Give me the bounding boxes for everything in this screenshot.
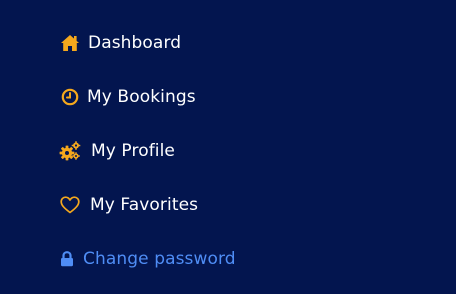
menu-item-label: My Profile [91, 141, 175, 161]
menu-item-label: Change password [83, 249, 236, 269]
menu-item-label: My Bookings [87, 87, 196, 107]
menu-item-label: Dashboard [88, 33, 182, 53]
change-password-link[interactable]: Change password [59, 247, 236, 271]
menu-item-dashboard[interactable]: Dashboard [59, 31, 181, 55]
gears-icon [59, 140, 81, 162]
menu-item-my-bookings[interactable]: My Bookings [59, 85, 196, 109]
sidebar-menu: Dashboard My Bookings My Profile My Favo… [0, 0, 456, 294]
heart-icon [59, 194, 81, 216]
menu-item-label: My Favorites [90, 195, 199, 215]
lock-icon [59, 248, 75, 270]
home-icon [59, 32, 81, 54]
clock-icon [59, 86, 81, 108]
menu-item-my-favorites[interactable]: My Favorites [59, 193, 198, 217]
menu-item-my-profile[interactable]: My Profile [59, 139, 175, 163]
